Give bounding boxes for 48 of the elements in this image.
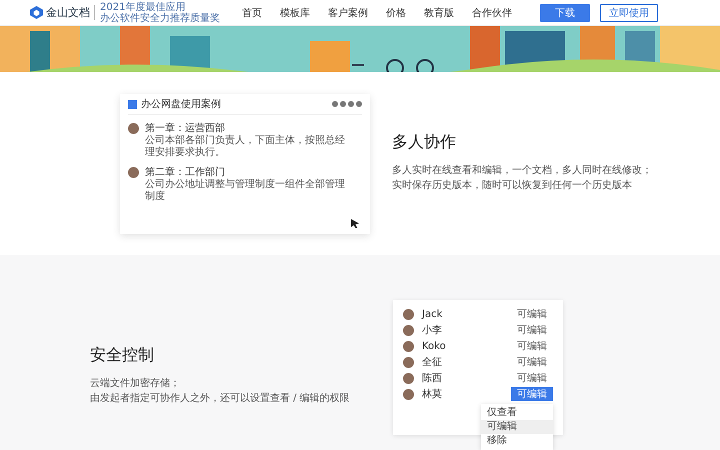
description-text: 多人实时在线查看和编辑，一个文档，多人同时在线修改； <box>392 164 652 178</box>
logo-text: 金山文档 <box>46 5 95 20</box>
member-name: 全征 <box>422 356 442 369</box>
menu-item[interactable]: 仅查看 <box>481 406 553 420</box>
avatar <box>403 372 414 384</box>
description-text: 由发起者指定可协作人之外，还可以设置查看 / 编辑的权限 <box>90 392 351 406</box>
comment-heading: 第二章：工作部门 <box>145 167 226 178</box>
comment-text: 公司办公地址调整与管理制度一组件全部管理制度 <box>145 179 346 203</box>
menu-item[interactable]: 移除 <box>481 434 553 448</box>
cursor-icon <box>351 219 360 228</box>
document-title: 办公网盘使用案例 <box>141 98 221 111</box>
avatar <box>403 356 414 368</box>
permission-dropdown[interactable]: 可编辑 <box>511 387 553 401</box>
menu-item[interactable]: 可编辑 <box>481 420 553 434</box>
permission-dropdown[interactable]: 可编辑 <box>511 307 553 321</box>
permission-dropdown[interactable]: 可编辑 <box>511 339 553 353</box>
permission-dropdown[interactable]: 可编辑 <box>511 355 553 369</box>
nav-link[interactable]: 首页 <box>242 6 262 20</box>
member-name: 林莫 <box>422 388 442 401</box>
nav-link[interactable]: 合作伙伴 <box>472 6 512 20</box>
nav-link[interactable]: 价格 <box>386 6 406 20</box>
nav-link[interactable]: 模板库 <box>280 6 310 20</box>
section-title: 安全控制 <box>90 345 155 366</box>
comment-text: 公司本部各部门负责人，下面主体，按照总经理安排要求执行。 <box>145 135 346 159</box>
description-text: 云端文件加密存储； <box>90 376 181 391</box>
comment-heading: 第一章：运营西部 <box>145 123 226 134</box>
avatar <box>403 308 414 320</box>
permission-dropdown[interactable]: 可编辑 <box>511 371 553 385</box>
member-name: 陈西 <box>422 372 442 385</box>
tagline-text: 办公软件安全力推荐质量奖 <box>100 12 220 24</box>
nav-link[interactable]: 客户案例 <box>328 6 368 20</box>
member-name: Koko <box>422 340 446 352</box>
download-button[interactable]: 下载 <box>540 4 590 22</box>
nav-link[interactable]: 教育版 <box>424 6 454 20</box>
avatar <box>403 324 414 336</box>
logo-icon <box>30 6 43 19</box>
permission-dropdown[interactable]: 可编辑 <box>511 323 553 337</box>
avatar <box>403 388 414 400</box>
description-text: 实时保存历史版本，随时可以恢复到任何一个历史版本 <box>392 178 633 193</box>
try-now-button[interactable]: 立即使用 <box>600 4 658 22</box>
avatar <box>403 340 414 352</box>
member-name: Jack <box>422 308 442 320</box>
section-title: 多人协作 <box>392 132 457 153</box>
avatar <box>128 167 139 178</box>
avatar <box>128 123 139 134</box>
tagline-text: 2021年度最佳应用 <box>100 2 186 12</box>
document-icon <box>128 100 137 108</box>
member-name: 小李 <box>422 324 442 337</box>
